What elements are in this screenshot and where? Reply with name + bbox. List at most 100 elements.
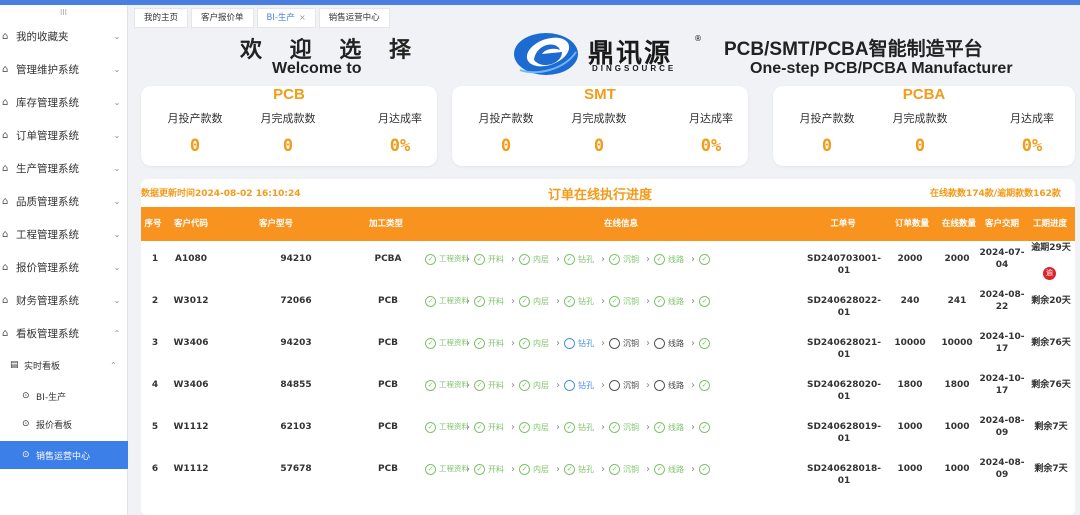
process-step: ✓ 工程资料 bbox=[425, 379, 469, 391]
circle-icon bbox=[609, 337, 620, 349]
process-type: PCBA bbox=[374, 254, 402, 264]
home-icon: ⌂ bbox=[2, 96, 9, 108]
chevron-right-icon: › bbox=[511, 253, 515, 265]
sidebar-subitem[interactable]: ⊙ BI-生产 bbox=[0, 383, 128, 409]
customer-code: W1112 bbox=[173, 464, 209, 474]
column-header[interactable]: 工期进度 bbox=[1025, 207, 1075, 241]
chevron-right-icon: › bbox=[601, 379, 605, 391]
chevron-right-icon: › bbox=[601, 253, 605, 265]
sidebar-item[interactable]: ⌂ 报价管理系统 ⌄ bbox=[0, 252, 128, 282]
step-label: 钻孔 bbox=[578, 296, 594, 306]
sidebar-item-label: 库存管理系统 bbox=[16, 96, 79, 109]
work-order-number[interactable]: SD240703001-01 bbox=[805, 253, 883, 277]
online-quantity: 2000 bbox=[944, 254, 970, 264]
sidebar-item[interactable]: ⌂ 财务管理系统 ⌄ bbox=[0, 285, 128, 315]
step-label: 钻孔 bbox=[578, 464, 594, 474]
check-circle-icon: ✓ bbox=[474, 337, 485, 349]
sidebar-item[interactable]: ⌂ 订单管理系统 ⌄ bbox=[0, 120, 128, 150]
work-order-number[interactable]: SD240628018-01 bbox=[805, 463, 883, 487]
work-order-number[interactable]: SD240628019-01 bbox=[805, 421, 883, 445]
card-title: PCB bbox=[273, 86, 305, 103]
stat-label: 月完成款数 bbox=[892, 112, 948, 125]
chevron-down-icon: ⌄ bbox=[113, 64, 121, 74]
check-circle-icon: ✓ bbox=[519, 421, 530, 433]
chevron-right-icon: › bbox=[691, 421, 695, 433]
process-type: PCB bbox=[377, 464, 399, 474]
chevron-right-icon: › bbox=[511, 379, 515, 391]
process-step: ✓ 开料 bbox=[474, 379, 504, 391]
stat-item: 月达成率 0% bbox=[662, 110, 760, 156]
customer-code: A1080 bbox=[174, 254, 207, 264]
tab-home[interactable]: 我的主页 bbox=[134, 8, 189, 28]
table-row[interactable]: 4 W3406 84855 PCB ✓ 工程资料 › ✓ 开料 › ✓ 内层 › 钻孔 › 沉铜 › 线路 › ✓ SD… bbox=[141, 364, 1075, 406]
sidebar-group-label: 实时看板 bbox=[24, 361, 61, 372]
platform-subtitle: One-step PCB/PCBA Manufacturer bbox=[750, 60, 1013, 77]
stat-label: 月达成率 bbox=[1010, 112, 1054, 125]
check-circle-icon: ✓ bbox=[519, 463, 530, 475]
column-header[interactable]: 工单号 bbox=[805, 207, 881, 241]
column-header[interactable]: 在线信息 bbox=[571, 207, 671, 241]
sidebar-subitem[interactable]: ⊙ 报价看板 bbox=[0, 411, 128, 437]
check-circle-icon: ✓ bbox=[699, 337, 710, 349]
sidebar-grip[interactable]: III bbox=[0, 5, 127, 21]
step-label: 内层 bbox=[533, 422, 549, 432]
sidebar-item[interactable]: ⌂ 工程管理系统 ⌄ bbox=[0, 219, 128, 249]
process-step: ✓ 沉铜 bbox=[609, 463, 639, 475]
sidebar-item[interactable]: ⌂ 品质管理系统 ⌄ bbox=[0, 186, 128, 216]
due-date: 2024-07-04 bbox=[979, 248, 1025, 270]
sidebar-subitem[interactable]: ⊙ 销售运营中心 bbox=[0, 441, 128, 469]
sidebar-item[interactable]: ⌂ 库存管理系统 ⌄ bbox=[0, 87, 128, 117]
chevron-right-icon: › bbox=[601, 295, 605, 307]
stat-label: 月完成款数 bbox=[260, 112, 316, 125]
order-quantity: 1000 bbox=[897, 464, 923, 474]
tab-customer-quote[interactable]: 客户报价单 bbox=[191, 8, 254, 28]
process-step: 钻孔 bbox=[564, 379, 594, 391]
sidebar-item[interactable]: ⌂ 管理维护系统 ⌄ bbox=[0, 54, 128, 84]
chevron-right-icon: › bbox=[511, 337, 515, 349]
check-circle-icon: ✓ bbox=[425, 463, 436, 475]
table-row[interactable]: 6 W1112 57678 PCB ✓ 工程资料 › ✓ 开料 › ✓ 内层 › ✓ 钻孔 › ✓ 沉铜 › ✓ 线路 ›… bbox=[141, 448, 1075, 490]
close-icon[interactable]: × bbox=[299, 8, 306, 28]
process-step: ✓ 钻孔 bbox=[564, 421, 594, 433]
due-date: 2024-08-09 bbox=[979, 458, 1025, 480]
table-row[interactable]: 5 W1112 62103 PCB ✓ 工程资料 › ✓ 开料 › ✓ 内层 › ✓ 钻孔 › ✓ 沉铜 › ✓ 线路 ›… bbox=[141, 406, 1075, 448]
stat-label: 月完成款数 bbox=[571, 112, 627, 125]
chevron-right-icon: › bbox=[511, 295, 515, 307]
table-row[interactable]: 1 A1080 94210 PCBA ✓ 工程资料 › ✓ 开料 › ✓ 内层 › ✓ 钻孔 › ✓ 沉铜 › ✓ 线路… bbox=[141, 238, 1075, 280]
column-header[interactable]: 在线数量 bbox=[937, 207, 981, 241]
location-pin-icon: ⊙ bbox=[22, 391, 30, 401]
process-step: ✓ 开料 bbox=[474, 337, 504, 349]
column-header[interactable]: 订单数量 bbox=[887, 207, 937, 241]
sidebar-item[interactable]: ⌂ 看板管理系统 ⌃ bbox=[0, 318, 128, 348]
process-steps: ✓ 工程资料 › ✓ 开料 › ✓ 内层 › 钻孔 › 沉铜 › 线路 › ✓ bbox=[425, 322, 803, 364]
step-label: 内层 bbox=[533, 380, 549, 390]
column-header[interactable]: 加工类型 bbox=[351, 207, 421, 241]
customer-model: 84855 bbox=[280, 380, 312, 390]
tab-bi-production[interactable]: BI-生产 × bbox=[256, 8, 316, 28]
column-header[interactable]: 客户交期 bbox=[979, 207, 1025, 241]
process-step: ✓ 沉铜 bbox=[609, 253, 639, 265]
work-order-number[interactable]: SD240628022-01 bbox=[805, 295, 883, 319]
column-header[interactable]: 客户代码 bbox=[165, 207, 217, 241]
check-circle-icon: ✓ bbox=[519, 379, 530, 391]
column-header[interactable]: 客户型号 bbox=[251, 207, 301, 241]
table-row[interactable]: 2 W3012 72066 PCB ✓ 工程资料 › ✓ 开料 › ✓ 内层 › ✓ 钻孔 › ✓ 沉铜 › ✓ 线路 ›… bbox=[141, 280, 1075, 322]
sidebar-item[interactable]: ⌂ 我的收藏夹 ⌄ bbox=[0, 21, 128, 51]
progress-status: 剩余76天 bbox=[1031, 338, 1071, 348]
online-quantity: 1000 bbox=[944, 464, 970, 474]
chevron-down-icon: ⌄ bbox=[113, 196, 121, 206]
work-order-number[interactable]: SD240628020-01 bbox=[805, 379, 883, 403]
check-circle-icon: ✓ bbox=[564, 253, 575, 265]
work-order-number[interactable]: SD240628021-01 bbox=[805, 337, 883, 361]
step-label: 工程资料 bbox=[439, 464, 469, 473]
table-row[interactable]: 3 W3406 94203 PCB ✓ 工程资料 › ✓ 开料 › ✓ 内层 › 钻孔 › 沉铜 › 线路 › ✓ SD… bbox=[141, 322, 1075, 364]
check-circle-icon: ✓ bbox=[564, 421, 575, 433]
sidebar-item[interactable]: ⌂ 生产管理系统 ⌄ bbox=[0, 153, 128, 183]
stat-value: 0 bbox=[821, 136, 833, 156]
sidebar-group-realtime[interactable]: ▤ 实时看板 ⌃ bbox=[0, 352, 128, 378]
process-steps: ✓ 工程资料 › ✓ 开料 › ✓ 内层 › ✓ 钻孔 › ✓ 沉铜 › ✓ 线路 › ✓ bbox=[425, 406, 803, 448]
tab-sales-ops[interactable]: 销售运营中心 bbox=[318, 8, 390, 28]
location-pin-icon: ⊙ bbox=[22, 450, 30, 460]
column-header[interactable]: 序号 bbox=[141, 207, 165, 241]
step-label: 沉铜 bbox=[623, 254, 639, 264]
